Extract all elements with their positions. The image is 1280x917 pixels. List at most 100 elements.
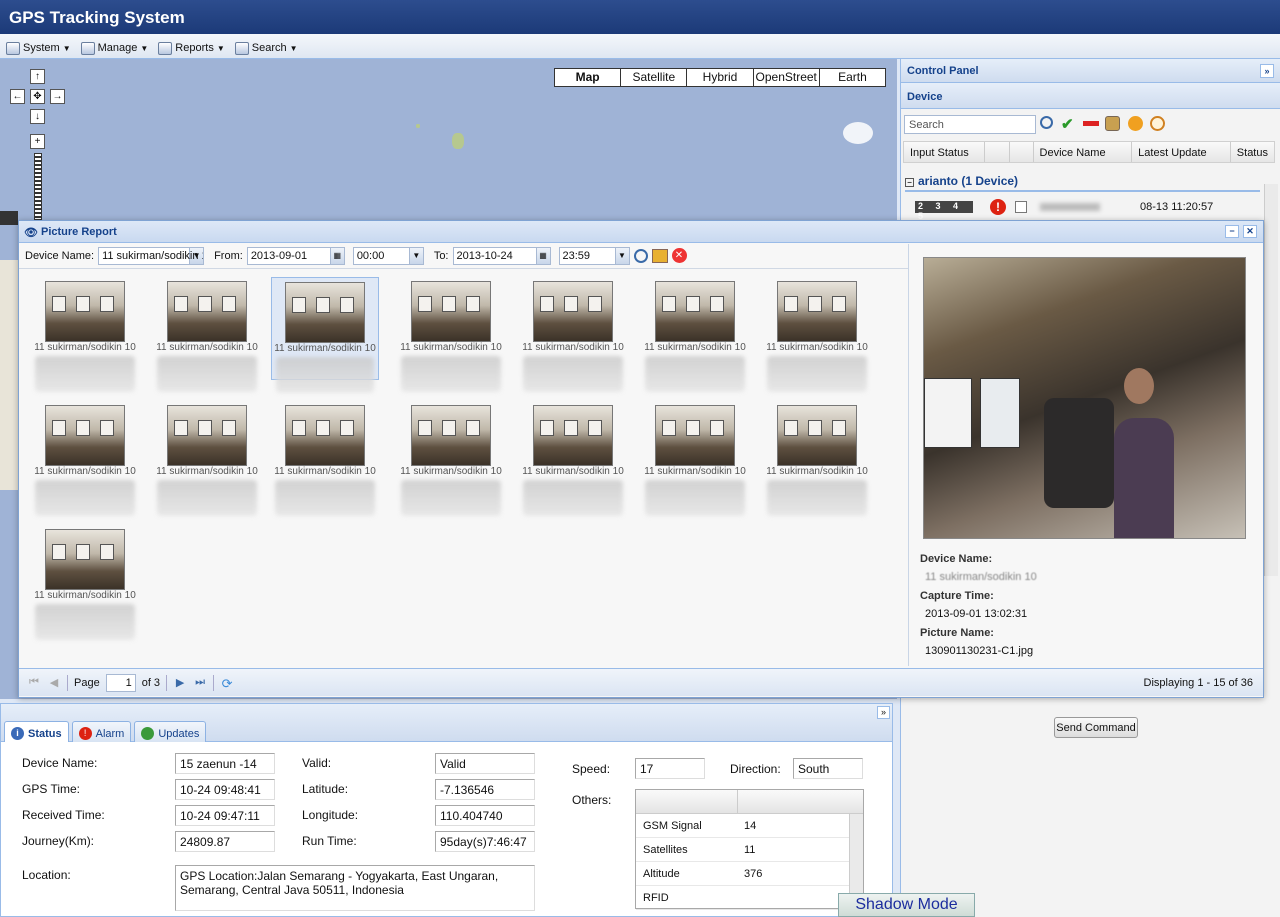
- send-command-button[interactable]: Send Command: [1054, 717, 1138, 738]
- tab-alarm[interactable]: ! Alarm: [71, 721, 132, 742]
- search-icon[interactable]: [633, 248, 648, 263]
- others-col-key[interactable]: [636, 790, 738, 813]
- shadow-mode-button[interactable]: Shadow Mode: [838, 893, 975, 917]
- col-latest-update[interactable]: Latest Update: [1132, 142, 1231, 162]
- picture-thumbnail[interactable]: 11 sukirman/sodikin 10: [641, 277, 749, 392]
- next-page-icon[interactable]: ▶: [173, 676, 187, 690]
- menu-reports[interactable]: Reports ▼: [158, 38, 225, 58]
- thumbnail-meta-redacted: [401, 356, 501, 392]
- gps-time-label: GPS Time:: [22, 782, 81, 796]
- menu-system[interactable]: System ▼: [6, 38, 71, 58]
- refresh-icon[interactable]: [1128, 116, 1143, 131]
- refresh-icon[interactable]: ⟳: [220, 676, 234, 691]
- thumbnail-meta-redacted: [645, 480, 745, 516]
- alarm-icon: !: [78, 727, 92, 740]
- thumbnail-window: [442, 420, 456, 436]
- pan-left-icon[interactable]: ←: [10, 89, 25, 104]
- picture-thumbnail[interactable]: 11 sukirman/sodikin 10: [31, 525, 139, 640]
- picture-thumbnail[interactable]: 11 sukirman/sodikin 10: [271, 277, 379, 393]
- preview-face: [1124, 368, 1154, 404]
- calendar-icon[interactable]: ▦: [329, 247, 344, 264]
- picture-thumbnail[interactable]: 11 sukirman/sodikin 10: [31, 277, 139, 392]
- pan-center-icon[interactable]: ✥: [30, 89, 45, 104]
- from-date-field[interactable]: ▦ 2013-09-01: [246, 246, 345, 265]
- device-checkbox[interactable]: [1015, 201, 1027, 213]
- clock-icon[interactable]: [1150, 116, 1165, 131]
- others-value: 14: [744, 820, 757, 832]
- picture-report-header: 👁 Picture Report − ✕: [19, 221, 1263, 243]
- pan-down-icon[interactable]: ↓: [30, 109, 45, 124]
- thumbnail-window: [662, 296, 676, 312]
- collapse-icon[interactable]: »: [877, 706, 890, 719]
- thumbnail-meta-redacted: [523, 356, 623, 392]
- first-page-icon[interactable]: ⏮: [27, 676, 41, 690]
- map-tab-earth[interactable]: Earth: [820, 69, 885, 86]
- prev-page-icon[interactable]: ◀: [47, 676, 61, 690]
- thumbnail-window: [832, 296, 846, 312]
- pan-right-icon[interactable]: →: [50, 89, 65, 104]
- export-icon[interactable]: [651, 248, 668, 263]
- col-status[interactable]: Status: [1231, 142, 1274, 162]
- menu-search[interactable]: Search ▼: [234, 38, 298, 58]
- picture-thumbnail[interactable]: 11 sukirman/sodikin 10: [641, 401, 749, 516]
- picture-thumbnail[interactable]: 11 sukirman/sodikin 10: [271, 401, 379, 516]
- map-tab-openstreet[interactable]: OpenStreet: [754, 69, 820, 86]
- picture-thumbnail[interactable]: 11 sukirman/sodikin 10: [519, 401, 627, 516]
- thumbnail-image: [777, 281, 857, 342]
- thumbnail-image: [777, 405, 857, 466]
- others-rows: GSM Signal 14 Satellites 11 Altitude 376 RFID: [636, 814, 863, 910]
- menu-manage[interactable]: Manage ▼: [80, 38, 148, 58]
- device-group-row[interactable]: − arianto (1 Device): [905, 170, 1260, 192]
- from-time-select[interactable]: ▼ 00:00: [352, 246, 424, 265]
- edit-icon[interactable]: [1105, 116, 1120, 131]
- tab-status[interactable]: i Status: [4, 721, 69, 742]
- picture-thumbnail[interactable]: 11 sukirman/sodikin 10: [397, 277, 505, 392]
- map-tab-hybrid[interactable]: Hybrid: [687, 69, 754, 86]
- col-blank-1[interactable]: [985, 142, 1010, 162]
- close-icon[interactable]: ✕: [1243, 225, 1257, 238]
- others-grid: GSM Signal 14 Satellites 11 Altitude 376 RFID: [635, 789, 864, 910]
- others-col-value[interactable]: [738, 790, 838, 813]
- thumbnail-caption: 11 sukirman/sodikin 10: [766, 466, 868, 477]
- status-tabs: i Status ! Alarm Updates: [1, 704, 892, 742]
- col-input-status[interactable]: Input Status: [904, 142, 985, 162]
- received-time-value: 10-24 09:47:11: [175, 805, 275, 826]
- picture-preview[interactable]: [923, 257, 1246, 539]
- picture-thumbnail[interactable]: 11 sukirman/sodikin 10: [397, 401, 505, 516]
- picture-thumbnail[interactable]: 11 sukirman/sodikin 10: [153, 277, 261, 392]
- device-list-scrollbar[interactable]: [1264, 184, 1278, 576]
- map-tab-map[interactable]: Map: [555, 69, 622, 86]
- zoom-slider[interactable]: [34, 153, 42, 220]
- thumbnail-caption: 11 sukirman/sodikin 10: [400, 342, 502, 353]
- picture-thumbnail[interactable]: 11 sukirman/sodikin 10: [31, 401, 139, 516]
- map-tab-satellite[interactable]: Satellite: [621, 69, 688, 86]
- picture-thumbnail[interactable]: 11 sukirman/sodikin 10: [763, 401, 871, 516]
- thumbnail-window: [340, 420, 354, 436]
- tab-updates[interactable]: Updates: [134, 721, 207, 742]
- minimize-icon[interactable]: −: [1225, 225, 1239, 238]
- collapse-icon[interactable]: »: [1260, 64, 1274, 78]
- cancel-icon[interactable]: ✕: [671, 248, 687, 263]
- thumbnail-window: [100, 296, 114, 312]
- to-date-field[interactable]: ▦ 2013-10-24: [452, 246, 551, 265]
- search-icon[interactable]: [1040, 116, 1053, 129]
- col-blank-2[interactable]: [1010, 142, 1034, 162]
- latitude-label: Latitude:: [302, 782, 349, 796]
- picture-thumbnail[interactable]: 11 sukirman/sodikin 10: [153, 401, 261, 516]
- thumbnail-window: [466, 420, 480, 436]
- last-page-icon[interactable]: ⏭: [193, 676, 207, 690]
- check-icon[interactable]: ✔: [1061, 115, 1074, 133]
- to-time-select[interactable]: ▼ 23:59: [558, 246, 630, 265]
- thumbnail-window: [564, 296, 578, 312]
- remove-icon[interactable]: [1083, 121, 1099, 126]
- picture-thumbnail[interactable]: 11 sukirman/sodikin 10: [519, 277, 627, 392]
- device-name-select[interactable]: ▼ 11 sukirman/sodikin 10: [98, 246, 205, 265]
- collapse-icon[interactable]: −: [905, 178, 914, 187]
- picture-thumbnail[interactable]: 11 sukirman/sodikin 10: [763, 277, 871, 392]
- zoom-in-icon[interactable]: +: [30, 134, 45, 149]
- pan-up-icon[interactable]: ↑: [30, 69, 45, 84]
- calendar-icon[interactable]: ▦: [535, 247, 550, 264]
- device-search-input[interactable]: Search: [904, 115, 1036, 134]
- col-device-name[interactable]: Device Name: [1034, 142, 1133, 162]
- page-number-input[interactable]: 1: [105, 673, 136, 692]
